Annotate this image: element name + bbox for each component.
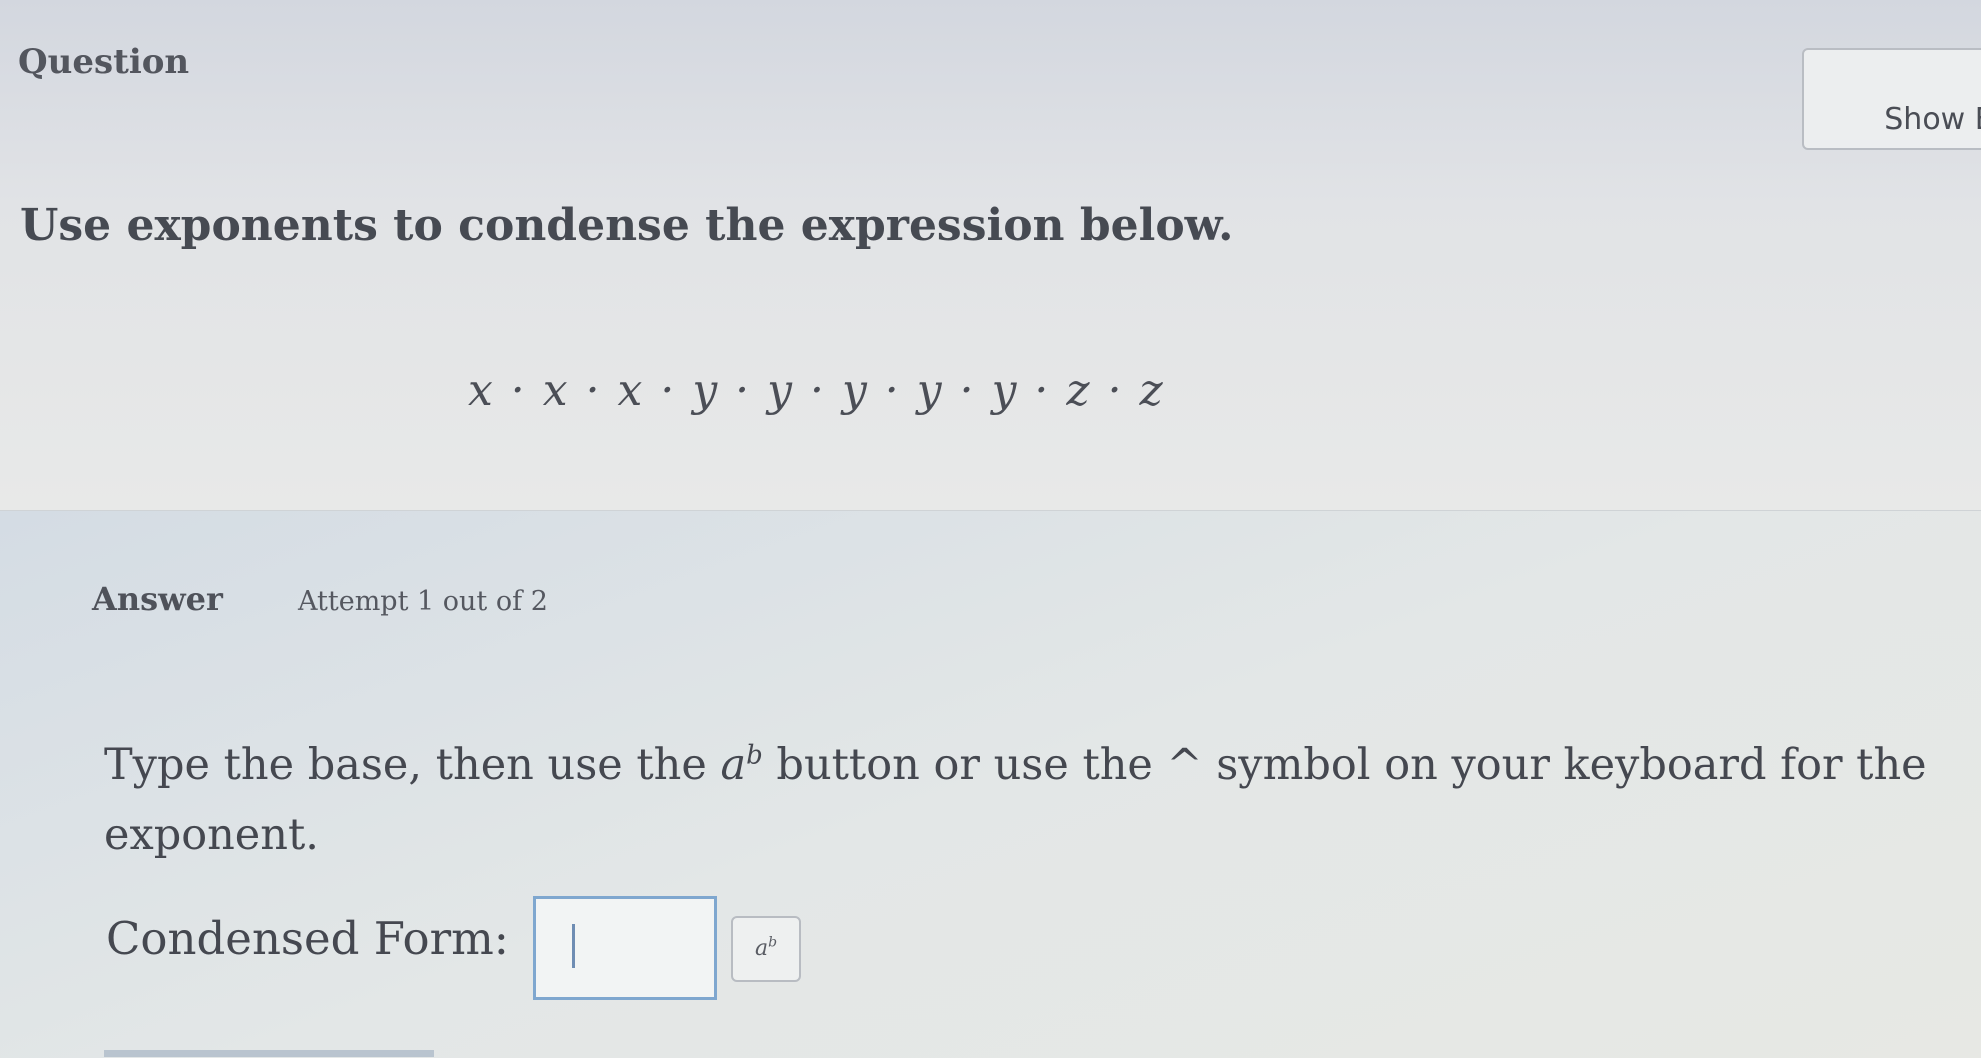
exponent-button-base: a: [754, 936, 769, 961]
instruction-part-1: Type the base, then use the: [104, 740, 721, 790]
question-heading: Question: [18, 42, 190, 82]
exponent-button[interactable]: ab: [731, 916, 801, 982]
exponent-button-sup: b: [768, 934, 778, 951]
instruction-exponent-symbol: ab: [720, 740, 762, 790]
instruction-exponent-sup: b: [746, 740, 763, 771]
bottom-edge-strip: [104, 1050, 434, 1057]
attempt-counter: Attempt 1 out of 2: [298, 586, 548, 617]
answer-instruction: Type the base, then use the ab button or…: [104, 730, 1964, 870]
math-expression: x · x · x · y · y · y · y · y · z · z: [468, 365, 1165, 416]
answer-heading: Answer: [92, 580, 223, 618]
condensed-form-input[interactable]: [533, 896, 717, 1000]
text-cursor: [572, 924, 575, 968]
show-examples-button[interactable]: Show E: [1802, 48, 1981, 150]
instruction-exponent-base: a: [720, 740, 747, 790]
question-prompt: Use exponents to condense the expression…: [20, 200, 1234, 251]
condensed-form-label: Condensed Form:: [106, 912, 509, 965]
question-panel: Question Show E Use exponents to condens…: [0, 0, 1981, 510]
